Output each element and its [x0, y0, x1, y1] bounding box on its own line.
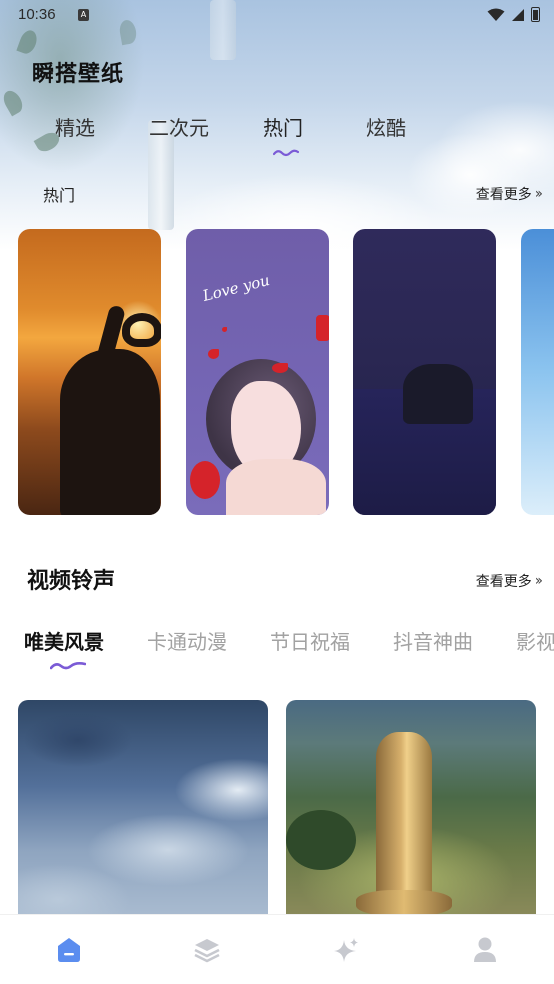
- nav-categories[interactable]: [192, 935, 222, 965]
- wallpaper-card[interactable]: [353, 229, 496, 515]
- wallpaper-card[interactable]: Love you: [186, 229, 329, 515]
- active-category-indicator: [50, 662, 86, 670]
- nav-discover[interactable]: [331, 935, 361, 965]
- home-icon: [58, 938, 80, 962]
- love-card-text: Love you: [200, 271, 272, 305]
- hot-section-title: 热门: [43, 186, 76, 205]
- nav-home[interactable]: [54, 935, 84, 965]
- wifi-icon: [487, 8, 505, 21]
- video-card[interactable]: [18, 700, 268, 916]
- video-see-more-link[interactable]: 查看更多 ››: [475, 571, 543, 591]
- video-category-tabs: 唯美风景 卡通动漫 节日祝福 抖音神曲 影视: [24, 626, 554, 682]
- video-card[interactable]: [286, 700, 536, 916]
- top-tab-bar: 精选 二次元 热门 炫酷: [55, 112, 435, 160]
- status-bar: 10:36 A: [0, 0, 554, 32]
- tab-anime[interactable]: 二次元: [149, 112, 209, 141]
- hot-wallpaper-list: Love you: [18, 229, 554, 515]
- video-ringtone-title: 视频铃声: [27, 569, 116, 594]
- double-chevron-right-icon: ››: [534, 186, 543, 202]
- cellular-signal-icon: [512, 8, 524, 21]
- tab-featured[interactable]: 精选: [55, 112, 95, 141]
- tab-holiday[interactable]: 节日祝福: [270, 626, 350, 655]
- see-more-label: 查看更多: [475, 187, 532, 203]
- active-tab-indicator: [273, 149, 299, 157]
- tab-scenery[interactable]: 唯美风景: [24, 626, 104, 655]
- bottom-nav: [0, 914, 554, 984]
- wallpaper-card[interactable]: [521, 229, 554, 515]
- notification-icon: A: [78, 9, 89, 21]
- status-time: 10:36: [18, 6, 56, 23]
- wallpaper-card[interactable]: [18, 229, 161, 515]
- tab-film[interactable]: 影视: [516, 626, 554, 655]
- tab-cartoon[interactable]: 卡通动漫: [147, 626, 227, 655]
- hot-see-more-link[interactable]: 查看更多 ››: [475, 184, 543, 204]
- see-more-label: 查看更多: [475, 574, 532, 590]
- tab-hot[interactable]: 热门: [263, 112, 303, 141]
- app-title: 瞬搭壁纸: [32, 62, 125, 87]
- nav-profile[interactable]: [470, 935, 500, 965]
- profile-icon: [474, 937, 496, 962]
- tab-douyin[interactable]: 抖音神曲: [393, 626, 473, 655]
- layers-icon: [194, 939, 220, 963]
- sparkle-icon: [334, 938, 358, 962]
- battery-icon: [531, 7, 540, 22]
- double-chevron-right-icon: ››: [534, 573, 543, 589]
- status-icons: [487, 7, 540, 22]
- tab-cool[interactable]: 炫酷: [366, 112, 406, 141]
